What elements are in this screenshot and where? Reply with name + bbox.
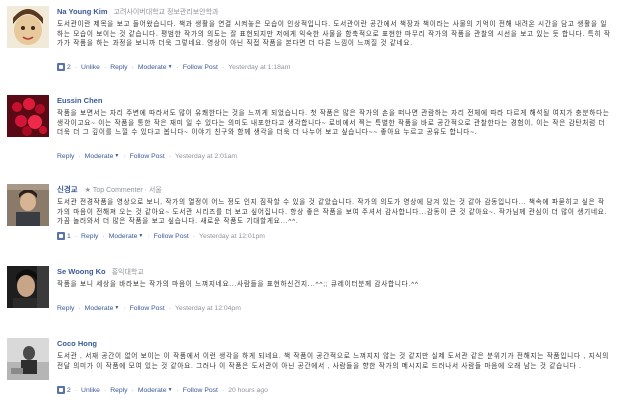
- author-name[interactable]: Coco Hong: [57, 339, 97, 348]
- like-icon: [57, 62, 65, 71]
- avatar[interactable]: [7, 338, 49, 380]
- comment-text: 도서관 , 서재 공간이 없어 보이는 이 작품에서 이런 생각을 하게 되네요…: [57, 353, 610, 370]
- reply-link[interactable]: Reply: [57, 305, 74, 312]
- reply-link[interactable]: Reply: [110, 387, 127, 394]
- author-name[interactable]: Eussin Chen: [57, 96, 102, 105]
- chevron-down-icon[interactable]: ▼: [114, 305, 119, 311]
- follow-post-link[interactable]: Follow Post: [130, 153, 165, 160]
- like-count[interactable]: 2: [67, 387, 71, 394]
- timestamp[interactable]: Yesterday at 12:04pm: [175, 305, 241, 312]
- timestamp[interactable]: Yesterday at 2:01am: [175, 153, 237, 160]
- moderate-menu[interactable]: Moderate: [138, 387, 167, 394]
- like-count[interactable]: 1: [67, 233, 71, 240]
- avatar[interactable]: [7, 184, 49, 226]
- top-commenter-badge: Top Commenter · 서울: [92, 187, 162, 194]
- comment-actions: 2 · Unlike · Reply · Moderate▼ · Follow Post · Yes…: [57, 62, 611, 73]
- chevron-down-icon[interactable]: ▼: [114, 153, 119, 159]
- chevron-down-icon[interactable]: ▼: [168, 64, 173, 70]
- reply-link[interactable]: Reply: [57, 153, 74, 160]
- comment-text: 도서관 전경작품을 영상으로 보니, 작가의 열정이 어느 정도 인지 짐작할 …: [57, 199, 608, 226]
- chevron-down-icon[interactable]: ▼: [138, 233, 143, 239]
- unlike-link[interactable]: Unlike: [81, 64, 100, 71]
- comment-text: 도서관이란 제목을 보고 들어왔습니다. 책과 생활을 연결 시켜놓은 모습이 …: [57, 21, 611, 48]
- unlike-link[interactable]: Unlike: [81, 387, 100, 394]
- avatar[interactable]: [7, 266, 49, 308]
- reply-link[interactable]: Reply: [110, 64, 127, 71]
- timestamp[interactable]: Yesterday at 1:18am: [228, 64, 290, 71]
- reply-link[interactable]: Reply: [81, 233, 98, 240]
- comment-actions: 2 · Unlike · Reply · Moderate▼ · Follow Post · 20 …: [57, 385, 611, 396]
- top-commenter-star-icon: ★: [84, 187, 91, 194]
- like-icon: [57, 231, 65, 240]
- follow-post-link[interactable]: Follow Post: [183, 64, 218, 71]
- moderate-menu[interactable]: Moderate: [109, 233, 138, 240]
- comment-text: 작품을 보면서는 자리 주변에 따라서도 많이 유쾌한다는 것을 느끼게 되었습…: [57, 110, 610, 137]
- follow-post-link[interactable]: Follow Post: [154, 233, 189, 240]
- chevron-down-icon[interactable]: ▼: [168, 387, 173, 393]
- follow-post-link[interactable]: Follow Post: [130, 305, 165, 312]
- comment-text: 작품을 보니 세상을 바라보는 작가의 마음이 느껴지네요...사람들을 표현하…: [57, 281, 419, 288]
- comment-actions: Reply · Moderate▼ · Follow Post · Yesterday at…: [57, 305, 241, 312]
- author-affiliation[interactable]: 홍익대학교: [112, 269, 144, 276]
- comment-actions: 1 · Reply · Moderate▼ · Follow Post · Yesterday …: [57, 231, 611, 242]
- timestamp[interactable]: Yesterday at 12:01pm: [199, 233, 265, 240]
- follow-post-link[interactable]: Follow Post: [183, 387, 218, 394]
- author-name[interactable]: Se Woong Ko: [57, 267, 106, 276]
- moderate-menu[interactable]: Moderate: [138, 64, 167, 71]
- like-icon: [57, 385, 65, 394]
- timestamp[interactable]: 20 hours ago: [228, 387, 268, 394]
- avatar[interactable]: [7, 6, 49, 48]
- author-name[interactable]: 신경교: [57, 185, 78, 194]
- author-name[interactable]: Na Young Kim: [57, 7, 108, 16]
- author-affiliation[interactable]: 고려사이버대학교 정보관리보안학과: [114, 9, 219, 16]
- moderate-menu[interactable]: Moderate: [85, 153, 114, 160]
- moderate-menu[interactable]: Moderate: [85, 305, 114, 312]
- avatar[interactable]: [7, 95, 49, 137]
- like-count[interactable]: 2: [67, 64, 71, 71]
- comment-actions: Reply · Moderate▼ · Follow Post · Yesterday at…: [57, 153, 238, 160]
